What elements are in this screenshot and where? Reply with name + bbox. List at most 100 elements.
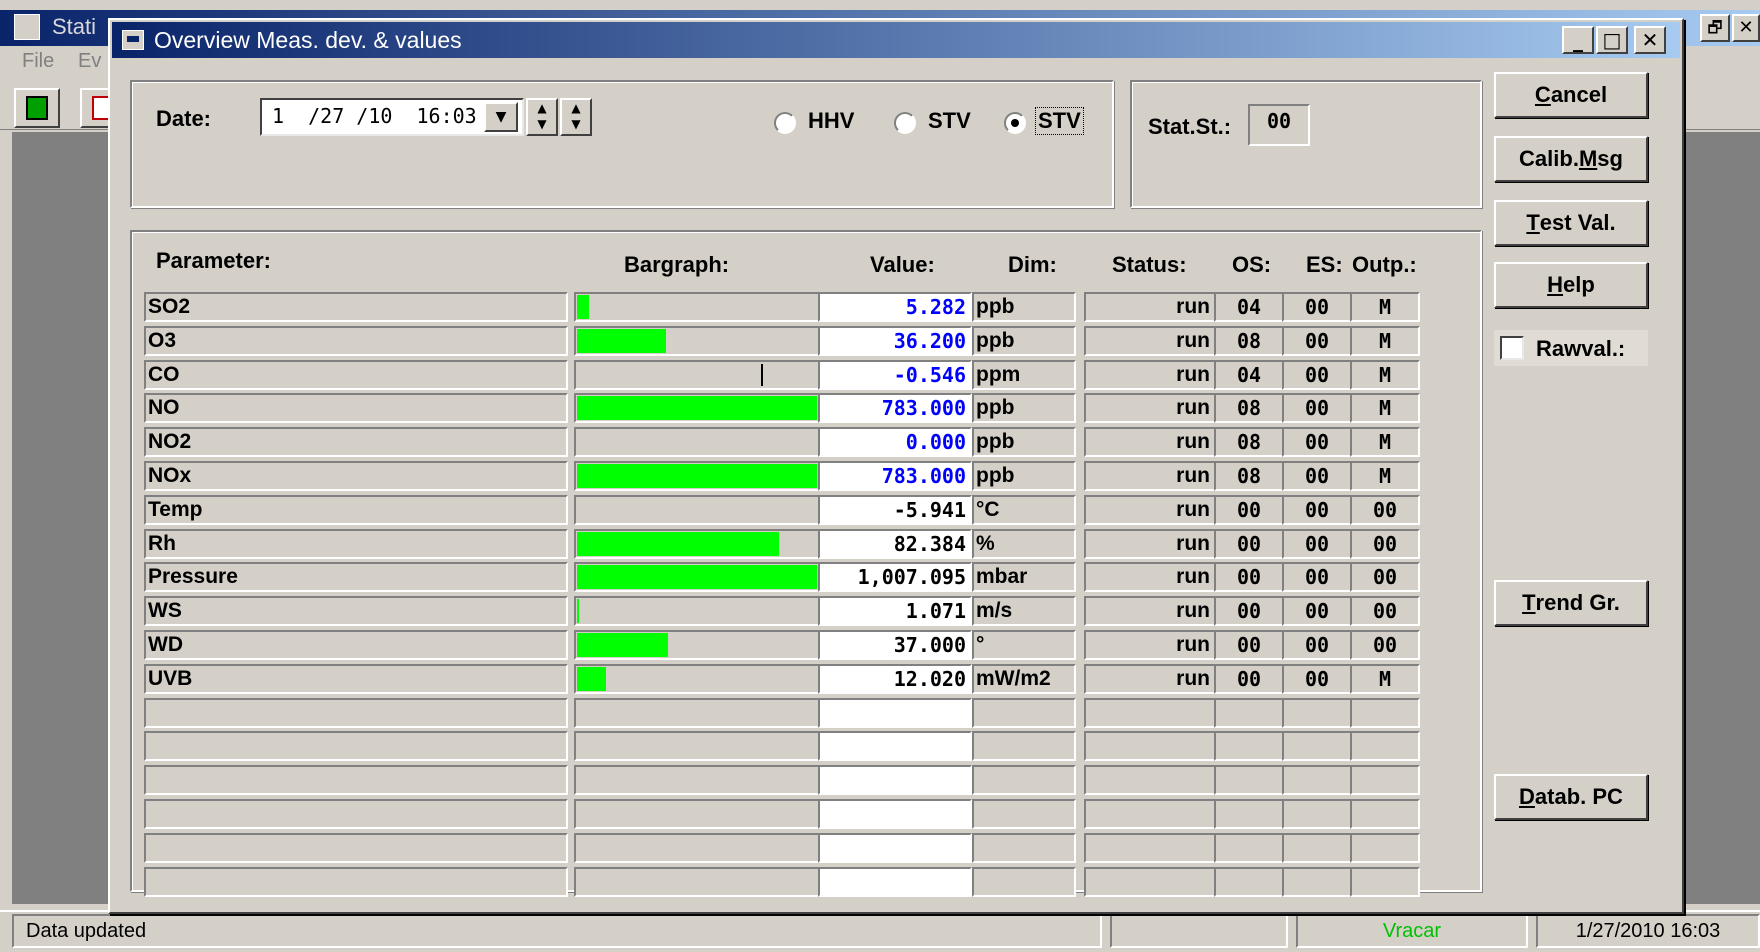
radio-stv-1-label: STV xyxy=(928,108,971,133)
param-cell: NO xyxy=(144,393,568,423)
bargraph-fill xyxy=(577,599,579,623)
bargraph-fill xyxy=(577,532,779,556)
dialog-title: Overview Meas. dev. & values xyxy=(154,27,462,53)
stat-value: 00 xyxy=(1248,104,1310,146)
os-cell: 00 xyxy=(1214,664,1284,694)
dialog-app-icon xyxy=(122,30,144,50)
toolbar-station-button[interactable] xyxy=(14,88,60,128)
outp-cell: M xyxy=(1350,393,1420,423)
datab-label-key: D xyxy=(1519,784,1535,809)
value-cell: 5.282 xyxy=(818,292,972,322)
os-cell: 00 xyxy=(1214,596,1284,626)
outp-cell xyxy=(1350,698,1420,728)
cancel-button[interactable]: Cancel xyxy=(1494,72,1648,118)
date-picker[interactable]: 1 /27 /10 16:03 ▼ xyxy=(260,98,524,136)
date-dropdown-icon[interactable]: ▼ xyxy=(484,102,518,132)
status-cell xyxy=(1084,833,1216,863)
header-parameter: Parameter: xyxy=(156,248,271,273)
status-cell: run xyxy=(1084,393,1216,423)
os-cell: 00 xyxy=(1214,562,1284,592)
radio-stv-1[interactable] xyxy=(894,112,916,134)
outp-cell: M xyxy=(1350,427,1420,457)
station-icon xyxy=(26,96,48,120)
bargraph-cell xyxy=(574,799,820,829)
minimize-icon[interactable]: _ xyxy=(1562,26,1594,54)
header-outp: Outp.: xyxy=(1352,252,1417,277)
bargraph-cell xyxy=(574,630,820,660)
value-cell xyxy=(818,799,972,829)
outp-cell: 00 xyxy=(1350,562,1420,592)
param-cell xyxy=(144,833,568,863)
dim-cell: °C xyxy=(972,495,1076,525)
value-cell: 1.071 xyxy=(818,596,972,626)
calib-msg-button[interactable]: Calib. Msg xyxy=(1494,136,1648,182)
outp-cell: M xyxy=(1350,326,1420,356)
value-cell: -5.941 xyxy=(818,495,972,525)
dim-cell xyxy=(972,867,1076,897)
bargraph-cell xyxy=(574,562,820,592)
main-close-icon[interactable]: ✕ xyxy=(1732,14,1760,42)
stat-label: Stat.St.: xyxy=(1148,114,1232,139)
dim-cell: ppm xyxy=(972,360,1076,390)
es-cell: 00 xyxy=(1282,664,1352,694)
outp-cell xyxy=(1350,765,1420,795)
radio-hhv[interactable] xyxy=(774,112,796,134)
calib-label-pre: Calib. xyxy=(1519,146,1579,171)
value-cell xyxy=(818,698,972,728)
es-cell: 00 xyxy=(1282,596,1352,626)
value-cell: 783.000 xyxy=(818,393,972,423)
os-cell: 00 xyxy=(1214,495,1284,525)
close-icon[interactable]: ✕ xyxy=(1634,26,1666,54)
bargraph-fill xyxy=(577,565,817,589)
status-cell xyxy=(1084,698,1216,728)
status-cell xyxy=(1084,799,1216,829)
datab-pc-button[interactable]: Datab. PC xyxy=(1494,774,1648,820)
bargraph-fill xyxy=(577,633,668,657)
outp-cell: M xyxy=(1350,664,1420,694)
os-cell xyxy=(1214,867,1284,897)
es-cell xyxy=(1282,799,1352,829)
bargraph-fill xyxy=(577,464,817,488)
outp-cell: M xyxy=(1350,360,1420,390)
header-bargraph: Bargraph: xyxy=(624,252,730,277)
trend-gr-button[interactable]: Trend Gr. xyxy=(1494,580,1648,626)
dim-cell: ppb xyxy=(972,427,1076,457)
os-cell: 04 xyxy=(1214,360,1284,390)
help-button[interactable]: Help xyxy=(1494,262,1648,308)
es-cell xyxy=(1282,833,1352,863)
dim-cell xyxy=(972,799,1076,829)
test-val-button[interactable]: Test Val. xyxy=(1494,200,1648,246)
es-cell: 00 xyxy=(1282,393,1352,423)
bargraph-cell xyxy=(574,664,820,694)
value-cell: 12.020 xyxy=(818,664,972,694)
menu-events[interactable]: Ev xyxy=(78,50,101,73)
param-cell: Pressure xyxy=(144,562,568,592)
bargraph-zero-tick xyxy=(761,364,763,386)
status-cell: run xyxy=(1084,664,1216,694)
os-cell: 08 xyxy=(1214,393,1284,423)
value-cell xyxy=(818,765,972,795)
status-cell: run xyxy=(1084,292,1216,322)
os-cell: 08 xyxy=(1214,326,1284,356)
es-cell: 00 xyxy=(1282,360,1352,390)
value-cell xyxy=(818,833,972,863)
outp-cell: 00 xyxy=(1350,630,1420,660)
outp-cell: M xyxy=(1350,292,1420,322)
date-spin-2[interactable]: ▲ ▼ xyxy=(560,98,592,136)
status-cell: run xyxy=(1084,427,1216,457)
header-dim: Dim: xyxy=(1008,252,1057,277)
trend-label-post: rend Gr. xyxy=(1535,590,1620,615)
date-label: Date: xyxy=(156,106,212,131)
param-cell: O3 xyxy=(144,326,568,356)
os-cell xyxy=(1214,765,1284,795)
date-spin-1[interactable]: ▲ ▼ xyxy=(526,98,558,136)
status-cell: run xyxy=(1084,495,1216,525)
es-cell: 00 xyxy=(1282,630,1352,660)
bargraph-cell xyxy=(574,529,820,559)
outp-cell: M xyxy=(1350,461,1420,491)
rawval-checkbox[interactable] xyxy=(1500,336,1524,360)
maximize-icon[interactable]: □ xyxy=(1596,26,1628,54)
menu-file[interactable]: File xyxy=(22,50,54,73)
radio-stv-2[interactable] xyxy=(1004,112,1026,134)
main-restore-icon[interactable]: 🗗 xyxy=(1700,14,1730,42)
